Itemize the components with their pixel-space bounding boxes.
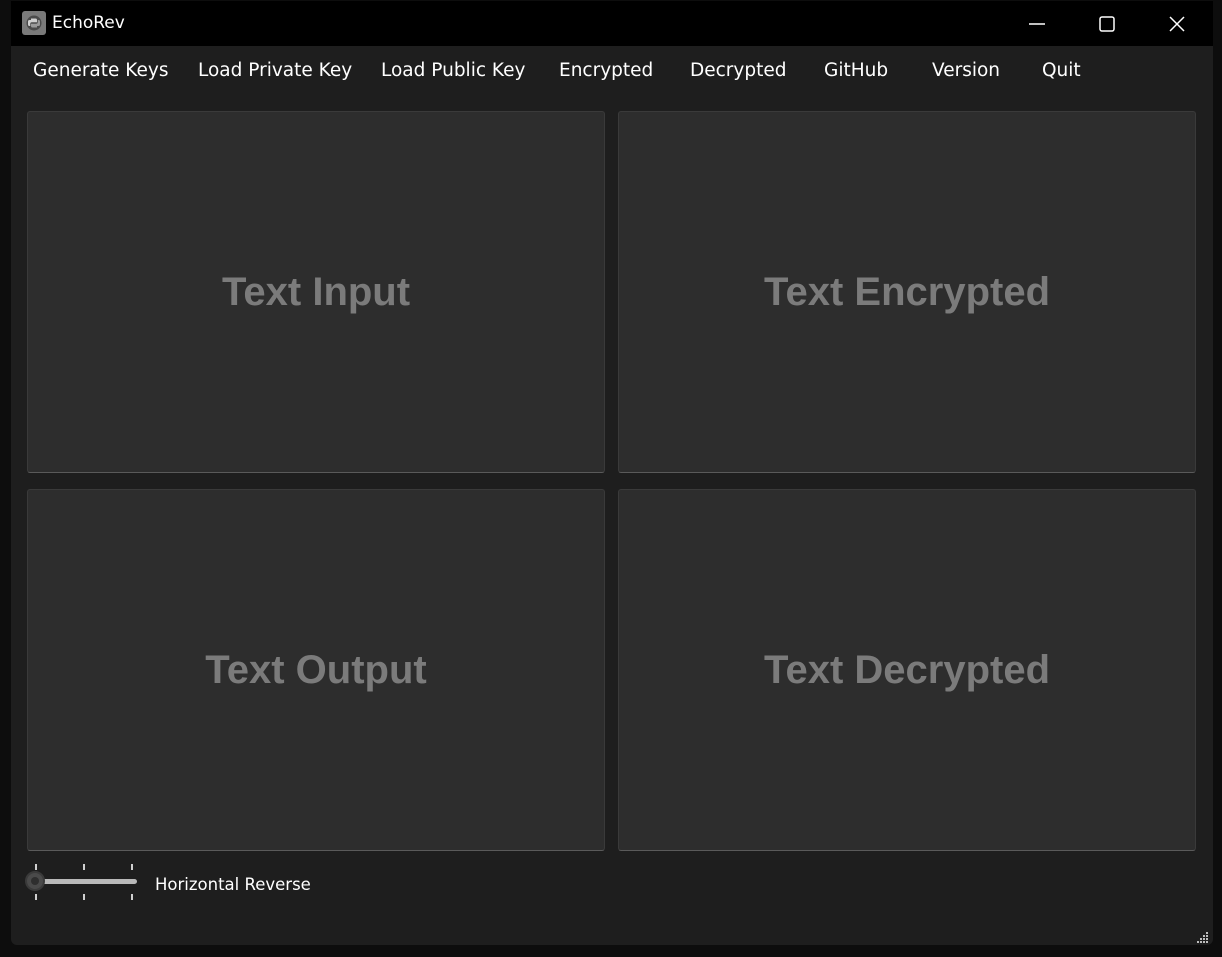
- text-encrypted-placeholder: Text Encrypted: [764, 270, 1050, 314]
- text-decrypted-placeholder: Text Decrypted: [763, 648, 1050, 692]
- slider-tick: [131, 894, 133, 900]
- menu-load-private-key[interactable]: Load Private Key: [198, 59, 352, 83]
- menu-encrypted[interactable]: Encrypted: [559, 59, 653, 83]
- slider-tick: [131, 864, 133, 870]
- close-icon: [1169, 15, 1185, 32]
- menu-quit[interactable]: Quit: [1042, 59, 1081, 83]
- text-output-area[interactable]: Text Output: [27, 489, 605, 851]
- menu-load-public-key[interactable]: Load Public Key: [381, 59, 525, 83]
- maximize-icon: [1099, 15, 1115, 32]
- menu-bar: Generate Keys Load Private Key Load Publ…: [11, 46, 1213, 96]
- text-decrypted-area[interactable]: Text Decrypted: [618, 489, 1196, 851]
- python-logo-icon: [22, 11, 46, 35]
- text-output-placeholder: Text Output: [205, 648, 427, 692]
- minimize-icon: [1029, 22, 1045, 25]
- slider-tick: [83, 894, 85, 900]
- menu-github[interactable]: GitHub: [824, 59, 888, 83]
- slider-track[interactable]: [33, 879, 137, 884]
- slider-tick: [83, 864, 85, 870]
- close-button[interactable]: [1154, 1, 1200, 46]
- text-input-area[interactable]: Text Input: [27, 111, 605, 473]
- slider-tick: [35, 894, 37, 900]
- title-bar[interactable]: EchoRev: [11, 1, 1213, 46]
- app-window: EchoRev Generate Keys Load Private Key L…: [11, 1, 1213, 945]
- resize-grip-icon[interactable]: [1197, 931, 1209, 943]
- horizontal-reverse-slider[interactable]: [25, 861, 141, 903]
- text-encrypted-area[interactable]: Text Encrypted: [618, 111, 1196, 473]
- minimize-button[interactable]: [1014, 1, 1060, 46]
- menu-generate-keys[interactable]: Generate Keys: [33, 59, 168, 83]
- text-input-placeholder: Text Input: [221, 270, 411, 314]
- horizontal-reverse-label: Horizontal Reverse: [155, 875, 311, 894]
- maximize-button[interactable]: [1084, 1, 1130, 46]
- window-title: EchoRev: [52, 13, 125, 33]
- menu-version[interactable]: Version: [932, 59, 1000, 83]
- slider-handle[interactable]: [25, 871, 45, 891]
- menu-decrypted[interactable]: Decrypted: [690, 59, 786, 83]
- slider-tick: [35, 864, 37, 870]
